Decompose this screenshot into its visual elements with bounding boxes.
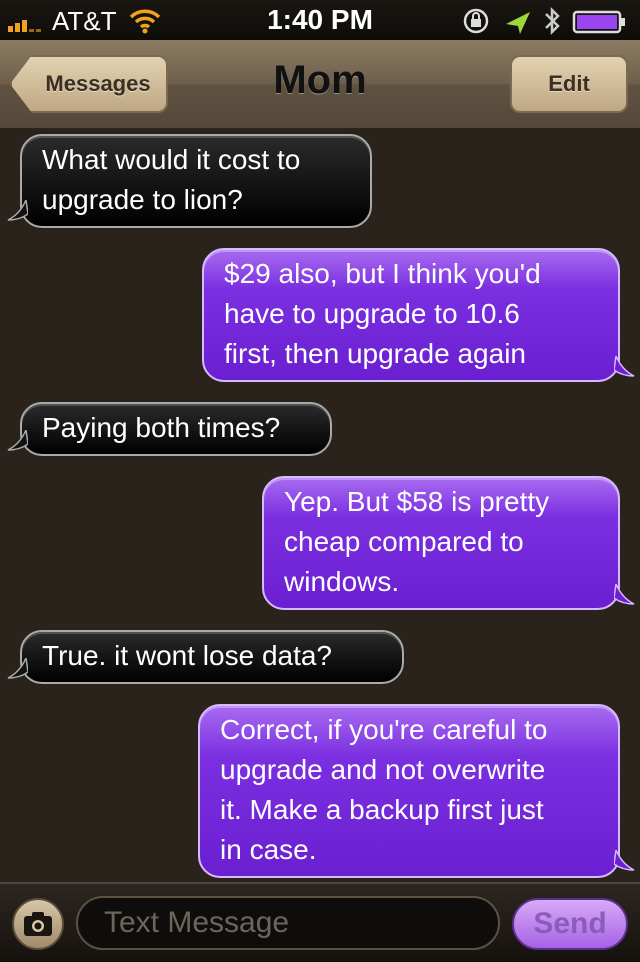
edit-button[interactable]: Edit — [510, 55, 628, 113]
bubble-tail-icon — [614, 356, 635, 377]
bubble-tail-icon — [7, 430, 28, 451]
incoming-message: True. it wont lose data? — [20, 630, 404, 684]
bubble-tail-icon — [7, 200, 28, 221]
bluetooth-icon — [545, 6, 560, 36]
bubble-tail-icon — [614, 584, 635, 605]
outgoing-message: Yep. But $58 is pretty cheap compared to… — [262, 476, 620, 610]
bubble-tail-icon — [614, 850, 635, 871]
location-arrow-icon — [506, 12, 530, 34]
outgoing-message: $29 also, but I think you'd have to upgr… — [202, 248, 620, 382]
rotation-lock-icon — [463, 8, 489, 34]
message-input[interactable]: Text Message — [76, 896, 500, 950]
incoming-message: Paying both times? — [20, 402, 332, 456]
status-icons — [463, 6, 625, 36]
outgoing-message: Correct, if you're careful to upgrade an… — [198, 704, 620, 878]
bubble-tail-icon — [7, 658, 28, 679]
incoming-message: What would it cost to upgrade to lion? — [20, 134, 372, 228]
conversation-list[interactable]: What would it cost to upgrade to lion? $… — [0, 130, 640, 882]
send-button[interactable]: Send — [512, 898, 628, 950]
battery-icon — [572, 10, 625, 34]
camera-icon — [24, 912, 52, 936]
status-bar: AT&T 1:40 PM — [0, 0, 640, 40]
nav-bar: Messages Mom Edit — [0, 40, 640, 130]
camera-button[interactable] — [12, 898, 64, 950]
composer-bar: Text Message Send — [0, 882, 640, 962]
